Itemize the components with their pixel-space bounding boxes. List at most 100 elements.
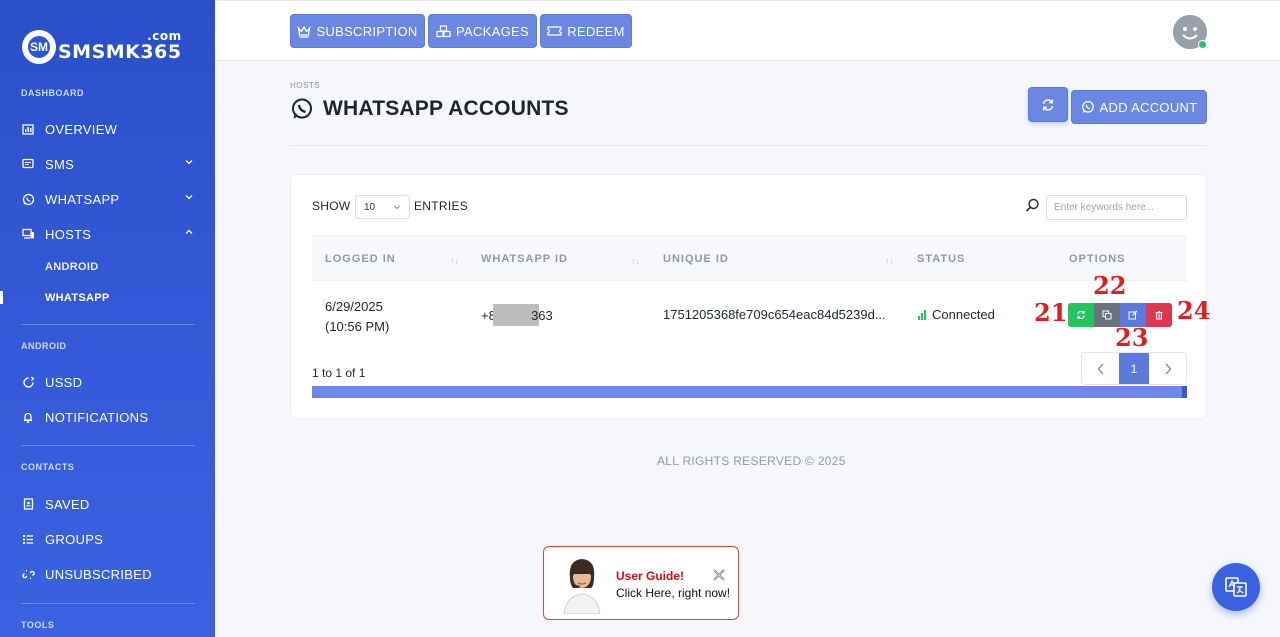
- sidebar-item-whatsapp[interactable]: WHATSAPP: [21, 188, 196, 210]
- sidebar-item-ussd[interactable]: USSD: [21, 371, 196, 393]
- whatsapp-id-cell: +84 363: [481, 304, 553, 326]
- page-number-current[interactable]: 1: [1119, 353, 1149, 384]
- sidebar-item-sms[interactable]: SMS: [21, 153, 196, 175]
- refresh-button[interactable]: [1028, 87, 1068, 122]
- entries-select-value: 10: [364, 202, 376, 213]
- table-header: LOGGED IN ↑↓ WHATSAPP ID ↑↓ UNIQUE ID ↑↓…: [312, 235, 1187, 281]
- whatsapp-icon: [1081, 100, 1094, 113]
- sidebar-item-label: SAVED: [45, 496, 90, 512]
- sidebar-item-label: WHATSAPP: [45, 191, 120, 207]
- sidebar-item-label: NOTIFICATIONS: [45, 409, 149, 425]
- trash-icon: [1155, 311, 1163, 320]
- section-tools: TOOLS: [21, 620, 55, 630]
- sidebar: SM SMSMK365 .com DASHBOARD OVERVIEW SMS …: [0, 0, 215, 637]
- sidebar-item-groups[interactable]: GROUPS: [21, 528, 196, 550]
- annotation-22: 22: [1093, 271, 1127, 300]
- logged-in-date: 6/29/2025: [325, 299, 383, 314]
- packages-button[interactable]: PACKAGES: [428, 14, 537, 48]
- section-dashboard: DASHBOARD: [21, 88, 84, 98]
- scrollbar-thumb-end[interactable]: [1182, 386, 1187, 398]
- annotation-24: 24: [1177, 296, 1211, 325]
- sidebar-item-label: HOSTS: [45, 226, 92, 242]
- refresh-icon: [1042, 98, 1054, 111]
- add-account-label: ADD ACCOUNT: [1099, 99, 1198, 115]
- packages-icon: [436, 24, 451, 37]
- unique-id-cell: 1751205368fe709c654eac84d5239d...: [663, 307, 886, 322]
- contact-book-icon: [21, 497, 35, 511]
- copy-icon: [1102, 310, 1112, 320]
- search-input[interactable]: [1046, 195, 1187, 220]
- chevron-left-icon: [1097, 363, 1103, 374]
- entries-select[interactable]: 10: [355, 195, 410, 219]
- col-logged-in[interactable]: LOGGED IN: [325, 253, 396, 265]
- search-icon: [1025, 198, 1039, 212]
- add-account-button[interactable]: ADD ACCOUNT: [1071, 90, 1207, 124]
- ussd-icon: [21, 375, 35, 389]
- chevron-right-icon: [1165, 363, 1171, 374]
- message-icon: [21, 157, 35, 171]
- prev-page-button[interactable]: [1082, 353, 1119, 384]
- list-icon: [21, 532, 35, 546]
- chevron-down-icon: [185, 195, 193, 200]
- sidebar-item-unsubscribed[interactable]: UNSUBSCRIBED: [21, 563, 196, 585]
- sidebar-item-label: SMS: [45, 156, 75, 172]
- header-divider: [290, 145, 1207, 146]
- horizontal-scrollbar[interactable]: [312, 386, 1187, 398]
- chevron-up-icon: [185, 229, 193, 234]
- delete-button[interactable]: [1146, 303, 1172, 327]
- online-status-dot: [1198, 40, 1207, 49]
- user-guide-popup[interactable]: User Guide! Click Here, right now!: [543, 546, 739, 620]
- brand-logo-glyph: SM: [28, 36, 50, 58]
- sidebar-item-hosts[interactable]: HOSTS: [21, 223, 196, 245]
- whatsapp-icon: [292, 98, 312, 119]
- sidebar-divider: [21, 445, 195, 446]
- sidebar-item-label: UNSUBSCRIBED: [45, 566, 152, 582]
- active-indicator: [0, 291, 3, 304]
- section-android: ANDROID: [21, 341, 67, 351]
- footer-text: ALL RIGHTS RESERVED © 2025: [657, 454, 846, 468]
- sort-icon[interactable]: ↑↓: [885, 256, 894, 266]
- page-title-text: WHATSAPP ACCOUNTS: [323, 97, 569, 120]
- chevron-down-icon: [394, 205, 400, 210]
- sidebar-item-overview[interactable]: OVERVIEW: [21, 118, 196, 140]
- close-icon[interactable]: [712, 568, 726, 582]
- subscription-button[interactable]: SUBSCRIPTION: [290, 14, 425, 48]
- sidebar-subitem-android[interactable]: ANDROID: [45, 261, 98, 273]
- redeem-button[interactable]: REDEEM: [540, 14, 632, 48]
- user-guide-title: User Guide!: [616, 569, 685, 583]
- sidebar-divider: [21, 603, 195, 604]
- sidebar-item-label: GROUPS: [45, 531, 104, 547]
- sort-icon[interactable]: ↑↓: [450, 256, 459, 266]
- page-title: WHATSAPP ACCOUNTS: [290, 97, 569, 121]
- logged-in-cell: 6/29/2025 (10:56 PM): [325, 297, 389, 337]
- unlink-icon: [21, 567, 35, 581]
- section-contacts: CONTACTS: [21, 462, 75, 472]
- brand-name: SMSMK365 .com: [58, 29, 182, 63]
- sidebar-item-saved[interactable]: SAVED: [21, 493, 196, 515]
- whatsapp-icon: [21, 192, 35, 206]
- whatsapp-id-suffix: 363: [531, 307, 553, 323]
- chevron-down-icon: [185, 160, 193, 165]
- col-status: STATUS: [917, 253, 966, 265]
- entries-label: ENTRIES: [414, 199, 469, 213]
- col-options: OPTIONS: [1069, 253, 1126, 265]
- col-unique-id[interactable]: UNIQUE ID: [663, 253, 729, 265]
- topbar: SUBSCRIPTION PACKAGES REDEEM: [215, 0, 1280, 61]
- col-whatsapp-id[interactable]: WHATSAPP ID: [481, 253, 568, 265]
- packages-label: PACKAGES: [456, 23, 529, 39]
- brand-name-text: SMSMK365: [58, 41, 182, 63]
- translate-button[interactable]: [1212, 563, 1260, 611]
- reconnect-button[interactable]: [1068, 303, 1094, 327]
- next-page-button[interactable]: [1149, 353, 1186, 384]
- pagination: 1: [1081, 352, 1187, 385]
- support-agent-icon: [563, 559, 601, 614]
- bell-icon: [21, 410, 35, 424]
- brand-logo-icon: SM: [22, 30, 56, 64]
- sidebar-subitem-whatsapp[interactable]: WHATSAPP: [45, 292, 110, 304]
- sidebar-item-notifications[interactable]: NOTIFICATIONS: [21, 406, 196, 428]
- sidebar-item-label: OVERVIEW: [45, 121, 118, 137]
- translate-icon: [1225, 577, 1247, 597]
- sort-icon[interactable]: ↑↓: [631, 256, 640, 266]
- annotation-21: 21: [1034, 298, 1068, 327]
- brand[interactable]: SM SMSMK365 .com: [22, 29, 182, 64]
